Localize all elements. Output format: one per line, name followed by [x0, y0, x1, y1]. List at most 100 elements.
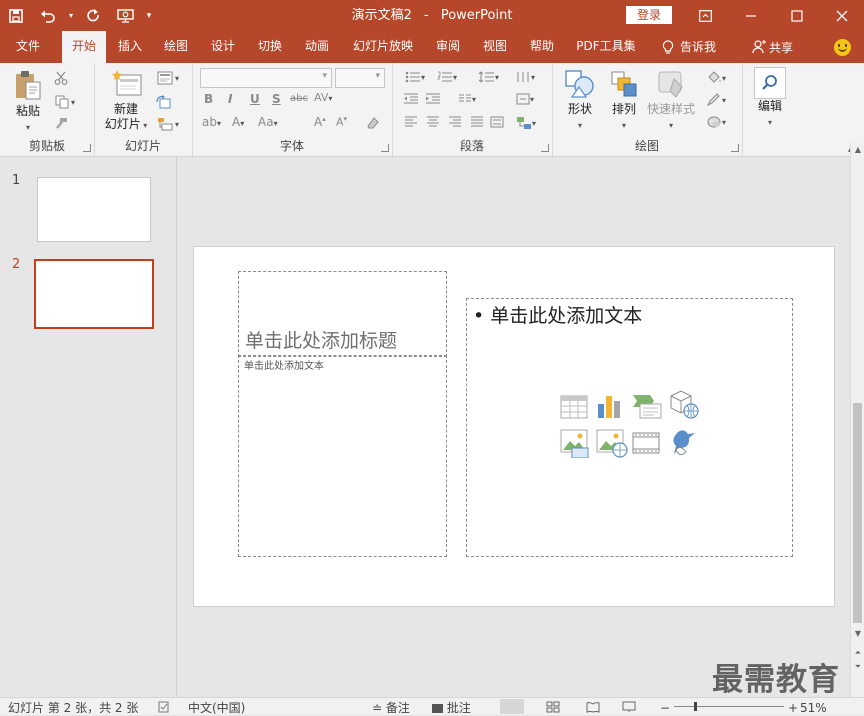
quick-styles-button[interactable]: 快速样式 ▾ [644, 69, 698, 131]
close-button[interactable] [820, 0, 864, 31]
insert-smartart-icon[interactable] [632, 392, 662, 419]
underline-button[interactable]: U [250, 92, 260, 106]
minimize-button[interactable] [728, 0, 774, 31]
scroll-up-arrow[interactable]: ▲ [851, 143, 864, 157]
zoom-level[interactable]: 51% [800, 701, 827, 715]
text-shadow-button[interactable]: S [272, 92, 281, 106]
zoom-slider-thumb[interactable] [694, 702, 697, 711]
zoom-out-button[interactable]: − [660, 701, 670, 715]
normal-view-button[interactable] [500, 699, 524, 714]
insert-table-icon[interactable] [560, 395, 588, 419]
convert-to-smartart-button[interactable]: ▾ [512, 115, 540, 131]
shape-fill-button[interactable]: ▾ [702, 69, 730, 87]
bold-button[interactable]: B [204, 92, 213, 106]
slide-1-thumbnail[interactable] [37, 177, 151, 242]
tab-slideshow[interactable]: 幻灯片放映 [348, 31, 418, 63]
justify-button[interactable] [468, 115, 486, 129]
undo-dropdown[interactable]: ▾ [64, 0, 78, 31]
font-size-combobox[interactable] [335, 68, 385, 88]
font-color-button[interactable]: A▾ [232, 115, 244, 129]
section-button[interactable]: ▾ [154, 115, 182, 133]
redo-button[interactable] [78, 0, 110, 31]
next-slide-button[interactable]: ⏷ [851, 660, 864, 674]
align-text-button[interactable]: ▾ [510, 92, 540, 106]
copy-button[interactable]: ▾ [52, 93, 78, 111]
insert-online-picture-icon[interactable] [596, 428, 628, 458]
shapes-button[interactable]: 形状 ▾ [560, 69, 600, 131]
decrease-font-size-button[interactable]: A▾ [336, 115, 347, 129]
tab-file[interactable]: 文件 [6, 31, 50, 63]
tab-pdf-tools[interactable]: PDF工具集 [572, 31, 640, 63]
shape-outline-button[interactable]: ▾ [702, 91, 730, 109]
previous-slide-button[interactable]: ⏶ [851, 646, 864, 660]
zoom-slider-track[interactable] [674, 706, 784, 707]
paste-button[interactable]: 粘贴 ▾ [8, 69, 48, 133]
insert-chart-icon[interactable] [596, 392, 624, 419]
zoom-in-button[interactable]: + [788, 701, 798, 715]
cut-button[interactable] [52, 69, 70, 87]
tab-animations[interactable]: 动画 [295, 31, 339, 63]
ribbon-display-options-button[interactable] [682, 0, 728, 31]
increase-font-size-button[interactable]: A▴ [314, 115, 326, 129]
tab-review[interactable]: 审阅 [426, 31, 470, 63]
language-indicator[interactable]: 中文(中国) [188, 701, 245, 715]
undo-button[interactable] [32, 0, 64, 31]
distributed-button[interactable] [488, 115, 506, 129]
paragraph-dialog-launcher[interactable] [541, 144, 549, 152]
align-left-button[interactable] [402, 115, 420, 129]
title-placeholder[interactable]: 单击此处添加标题 [238, 271, 447, 357]
new-slide-button[interactable]: 新建 幻灯片 ▾ [102, 69, 150, 133]
font-dialog-launcher[interactable] [381, 144, 389, 152]
clipboard-dialog-launcher[interactable] [83, 144, 91, 152]
insert-icons-icon[interactable] [668, 426, 698, 458]
drawing-dialog-launcher[interactable] [731, 144, 739, 152]
save-button[interactable] [0, 0, 32, 31]
content-placeholder[interactable]: • 单击此处添加文本 [466, 298, 793, 557]
reset-slide-button[interactable] [154, 93, 172, 111]
login-button[interactable]: 登录 [626, 6, 672, 24]
customize-qat-button[interactable]: ▾ [142, 0, 156, 31]
paste-dropdown-arrow[interactable]: ▾ [26, 123, 30, 132]
maximize-button[interactable] [774, 0, 820, 31]
tab-transitions[interactable]: 切换 [248, 31, 292, 63]
character-spacing-button[interactable]: AV▾ [314, 91, 332, 104]
arrange-button[interactable]: 排列 ▾ [604, 69, 644, 131]
numbering-button[interactable]: ▾ [434, 70, 460, 84]
text-highlight-button[interactable]: ab▾ [202, 115, 221, 129]
tell-me-box[interactable]: 告诉我 [652, 31, 726, 63]
scroll-down-arrow[interactable]: ▼ [851, 627, 864, 641]
change-case-button[interactable]: Aa▾ [258, 115, 278, 129]
scrollbar-thumb[interactable] [853, 403, 862, 623]
tab-help[interactable]: 帮助 [520, 31, 564, 63]
strikethrough-button[interactable]: abc [290, 93, 308, 104]
text-placeholder-left[interactable]: 单击此处添加文本 [238, 355, 447, 557]
text-direction-button[interactable]: ▾ [510, 70, 540, 84]
vertical-scrollbar[interactable]: ▲ ▼ ⏶ ⏷ [850, 143, 864, 697]
start-from-beginning-button[interactable] [110, 0, 142, 31]
share-button[interactable]: 共享 [752, 31, 793, 63]
bullets-button[interactable]: ▾ [402, 70, 428, 84]
tab-home[interactable]: 开始 [62, 31, 106, 63]
tab-design[interactable]: 设计 [201, 31, 245, 63]
align-right-button[interactable] [446, 115, 464, 129]
feedback-smiley-icon[interactable] [834, 39, 851, 56]
format-painter-button[interactable] [52, 115, 70, 133]
insert-picture-icon[interactable] [560, 428, 590, 459]
line-spacing-button[interactable]: ▾ [476, 70, 502, 84]
notes-button[interactable]: ≐ 备注 [372, 701, 410, 715]
insert-3d-model-icon[interactable] [668, 388, 700, 420]
italic-button[interactable]: I [228, 92, 232, 106]
tab-insert[interactable]: 插入 [108, 31, 152, 63]
increase-indent-button[interactable] [424, 92, 442, 106]
layout-button[interactable]: ▾ [154, 69, 182, 87]
editing-button[interactable]: 编辑 ▾ [750, 67, 790, 128]
clear-formatting-button[interactable] [365, 115, 381, 131]
shape-effects-button[interactable]: ▾ [702, 113, 730, 131]
decrease-indent-button[interactable] [402, 92, 420, 106]
slide-2-thumbnail[interactable] [34, 259, 154, 329]
comments-button[interactable]: 批注 [432, 701, 471, 715]
font-name-combobox[interactable] [200, 68, 332, 88]
tab-draw[interactable]: 绘图 [154, 31, 198, 63]
columns-button[interactable]: ▾ [454, 92, 480, 106]
insert-video-icon[interactable] [632, 430, 660, 456]
